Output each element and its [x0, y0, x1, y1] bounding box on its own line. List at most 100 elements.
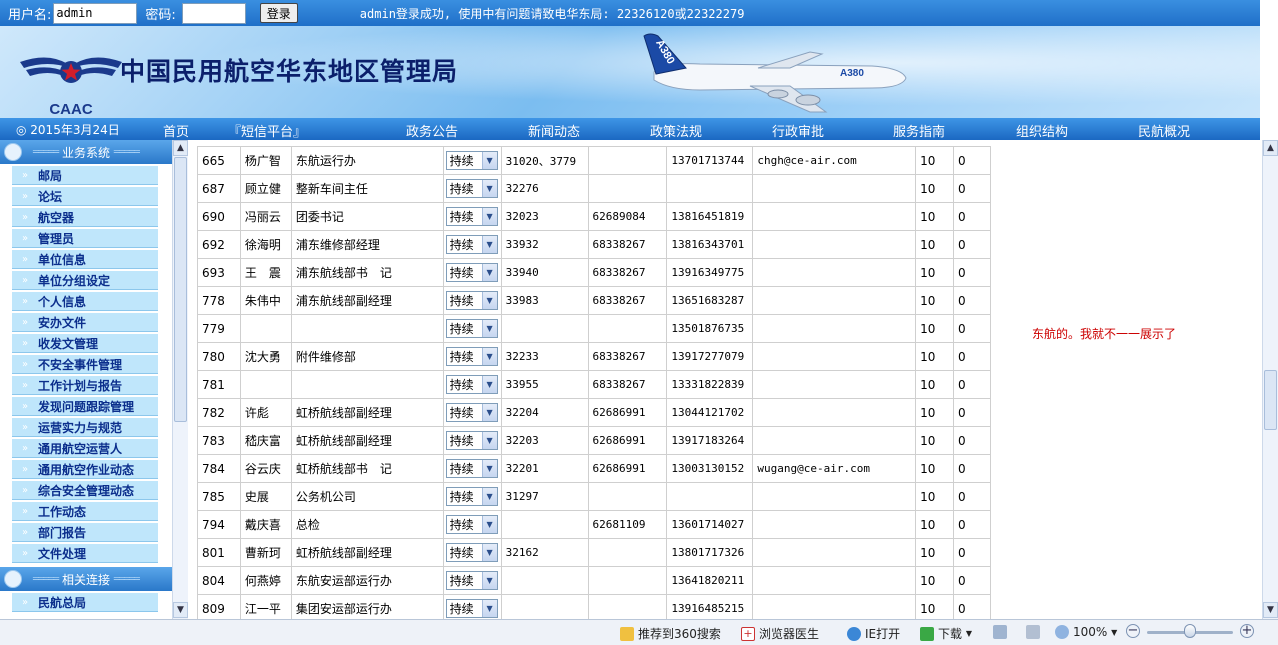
- status-select[interactable]: 持续 ▼: [445, 291, 498, 310]
- status-select[interactable]: 持续 ▼: [445, 403, 498, 422]
- chevron-down-icon[interactable]: ▼: [481, 460, 497, 477]
- password-input[interactable]: [181, 2, 246, 24]
- chevron-down-icon[interactable]: ▼: [481, 236, 497, 253]
- cell-mobile: 13601714027: [666, 510, 754, 539]
- scroll-up-icon[interactable]: ▲: [173, 140, 188, 156]
- sidebar-item-forum[interactable]: » 论坛: [12, 187, 158, 206]
- status-select[interactable]: 持续 ▼: [445, 151, 498, 170]
- browser-doctor-button[interactable]: + 浏览器医生: [741, 625, 819, 642]
- status-select[interactable]: 持续 ▼: [445, 515, 498, 534]
- sidebar-scroll-thumb[interactable]: [174, 157, 187, 422]
- sidebar-item-work-updates[interactable]: » 工作动态: [12, 502, 158, 521]
- sidebar-item-operations-specs[interactable]: » 运营实力与规范: [12, 418, 158, 437]
- sidebar-item-general-aviation-operators[interactable]: » 通用航空运营人: [12, 439, 158, 458]
- sidebar-item-general-aviation-activity[interactable]: » 通用航空作业动态: [12, 460, 158, 479]
- sidebar-item-personal-info[interactable]: » 个人信息: [12, 292, 158, 311]
- sidebar-item-unit-groups[interactable]: » 单位分组设定: [12, 271, 158, 290]
- cell-count-b: 0: [953, 342, 991, 371]
- status-select[interactable]: 持续 ▼: [445, 543, 498, 562]
- sidebar-item-label: 民航总局: [38, 595, 87, 610]
- sidebar-item-issue-tracking[interactable]: » 发现问题跟踪管理: [12, 397, 158, 416]
- zoom-menu-button[interactable]: 100% ▼: [1055, 625, 1117, 639]
- nav-service-guide[interactable]: 服务指南: [893, 121, 945, 140]
- cell-name: 史展: [239, 482, 292, 511]
- status-select[interactable]: 持续 ▼: [445, 375, 498, 394]
- cell-position: 浦东航线部副经理: [290, 286, 444, 315]
- nav-administrative-approval[interactable]: 行政审批: [772, 121, 824, 140]
- nav-organization[interactable]: 组织结构: [1016, 121, 1068, 140]
- status-select[interactable]: 持续 ▼: [445, 207, 498, 226]
- zoom-slider-handle[interactable]: [1184, 624, 1196, 638]
- status-select[interactable]: 持续 ▼: [445, 431, 498, 450]
- nav-news[interactable]: 新闻动态: [528, 121, 580, 140]
- page-scroll-thumb[interactable]: [1264, 370, 1277, 430]
- chevron-down-icon[interactable]: ▼: [481, 152, 497, 169]
- chevron-down-icon[interactable]: ▼: [481, 432, 497, 449]
- sidebar-item-work-plans[interactable]: » 工作计划与报告: [12, 376, 158, 395]
- sidebar-item-file-processing[interactable]: » 文件处理: [12, 544, 158, 563]
- nav-overview[interactable]: 民航概况: [1138, 121, 1190, 140]
- login-button[interactable]: 登录: [259, 3, 298, 23]
- cell-count-b: 0: [953, 510, 991, 539]
- cell-count-b: 0: [953, 146, 991, 175]
- sidebar-item-department-reports[interactable]: » 部门报告: [12, 523, 158, 542]
- chevron-down-icon[interactable]: ▼: [481, 320, 497, 337]
- status-select-value: 持续: [449, 266, 474, 280]
- cell-name: 杨广智: [239, 146, 292, 175]
- page-scrollbar[interactable]: ▲ ▼: [1262, 140, 1278, 619]
- username-input[interactable]: [53, 2, 138, 24]
- sidebar-item-aircraft[interactable]: » 航空器: [12, 208, 158, 227]
- chevron-down-icon[interactable]: ▼: [481, 544, 497, 561]
- nav-policies[interactable]: 政策法规: [650, 121, 702, 140]
- chevron-down-icon[interactable]: ▼: [481, 404, 497, 421]
- sidebar-link-caac[interactable]: » 民航总局: [12, 593, 158, 612]
- status-select[interactable]: 持续 ▼: [445, 235, 498, 254]
- nav-sms-platform[interactable]: 『短信平台』: [228, 121, 306, 140]
- sidebar-scrollbar[interactable]: ▲ ▼: [172, 140, 188, 619]
- status-select[interactable]: 持续 ▼: [445, 319, 498, 338]
- sidebar-item-post-office[interactable]: » 邮局: [12, 166, 158, 185]
- chevron-down-icon[interactable]: ▼: [481, 572, 497, 589]
- nav-announcements[interactable]: 政务公告: [406, 121, 458, 140]
- chevron-down-icon[interactable]: ▼: [481, 516, 497, 533]
- scroll-up-icon[interactable]: ▲: [1263, 140, 1278, 156]
- recommend-360-button[interactable]: 推荐到360搜索: [620, 625, 721, 642]
- chevron-right-icon: »: [21, 463, 29, 475]
- chevron-down-icon[interactable]: ▼: [481, 348, 497, 365]
- window-toggle-button[interactable]: [993, 625, 1011, 639]
- status-select-value: 持续: [449, 378, 474, 392]
- chevron-down-icon[interactable]: ▼: [481, 488, 497, 505]
- chevron-down-icon[interactable]: ▼: [481, 264, 497, 281]
- status-select[interactable]: 持续 ▼: [445, 571, 498, 590]
- nav-home[interactable]: 首页: [163, 121, 189, 140]
- zoom-out-button[interactable]: −: [1126, 624, 1144, 638]
- chevron-right-icon: »: [21, 596, 29, 608]
- status-select[interactable]: 持续 ▼: [445, 599, 498, 618]
- volume-button[interactable]: [1026, 625, 1044, 639]
- chevron-down-icon[interactable]: ▼: [481, 208, 497, 225]
- chevron-down-icon[interactable]: ▼: [481, 600, 497, 617]
- cell-count-a: 10: [915, 342, 955, 371]
- status-select[interactable]: 持续 ▼: [445, 347, 498, 366]
- cell-extension: 33955: [500, 370, 589, 399]
- sidebar-item-admin[interactable]: » 管理员: [12, 229, 158, 248]
- status-select[interactable]: 持续 ▼: [445, 179, 498, 198]
- sidebar-item-safety-management[interactable]: » 综合安全管理动态: [12, 481, 158, 500]
- status-select[interactable]: 持续 ▼: [445, 487, 498, 506]
- sidebar-item-safety-docs[interactable]: » 安办文件: [12, 313, 158, 332]
- sidebar-item-document-management[interactable]: » 收发文管理: [12, 334, 158, 353]
- chevron-down-icon[interactable]: ▼: [481, 376, 497, 393]
- status-select[interactable]: 持续 ▼: [445, 459, 498, 478]
- status-select[interactable]: 持续 ▼: [445, 263, 498, 282]
- cell-email: [752, 594, 917, 619]
- scroll-down-icon[interactable]: ▼: [173, 602, 188, 618]
- zoom-level: 100%: [1073, 625, 1108, 639]
- zoom-in-button[interactable]: +: [1240, 624, 1258, 638]
- sidebar-item-unsafe-events[interactable]: » 不安全事件管理: [12, 355, 158, 374]
- chevron-down-icon[interactable]: ▼: [481, 180, 497, 197]
- scroll-down-icon[interactable]: ▼: [1263, 602, 1278, 618]
- download-button[interactable]: 下载 ▼: [920, 625, 972, 642]
- chevron-down-icon[interactable]: ▼: [481, 292, 497, 309]
- sidebar-item-unit-info[interactable]: » 单位信息: [12, 250, 158, 269]
- ie-open-button[interactable]: IE打开: [847, 625, 900, 642]
